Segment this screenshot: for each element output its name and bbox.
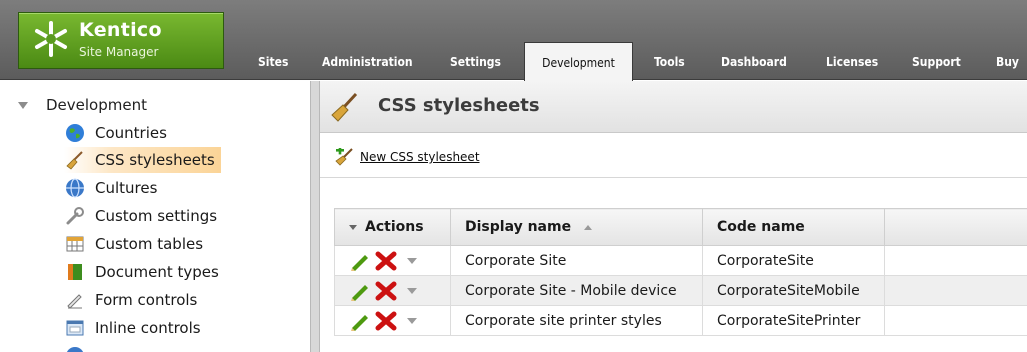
row-menu-dropdown-icon[interactable]: [407, 287, 417, 294]
tab-licenses[interactable]: Licenses: [820, 42, 884, 80]
column-header-code-name[interactable]: Code name: [702, 208, 885, 246]
edit-icon[interactable]: [349, 251, 371, 271]
tree-root-label: Development: [46, 96, 147, 114]
cell-filler: [884, 305, 1027, 336]
tree-root-development[interactable]: Development: [18, 96, 147, 114]
book-icon: [64, 261, 86, 283]
sidebar-item-countries[interactable]: Countries: [64, 120, 173, 146]
page-title: CSS stylesheets: [378, 95, 540, 116]
sidebar-item-label: Cultures: [95, 179, 158, 197]
new-css-stylesheet-link[interactable]: New CSS stylesheet: [334, 148, 480, 166]
main-tabs: Sites Administration Settings Developmen…: [0, 42, 1027, 81]
globe-icon: [64, 345, 86, 352]
sidebar-item-label: Countries: [95, 124, 167, 142]
edit-icon[interactable]: [349, 281, 371, 301]
action-bar: New CSS stylesheet: [320, 134, 1027, 178]
sidebar-item-label: Document types: [95, 263, 219, 281]
tab-development[interactable]: Development: [524, 42, 633, 81]
sidebar-item-document-types[interactable]: Document types: [64, 259, 225, 285]
window-icon: [64, 317, 86, 339]
broom-icon: [331, 92, 358, 122]
sidebar-item-label: Form controls: [95, 291, 198, 309]
new-css-stylesheet-label: New CSS stylesheet: [360, 150, 480, 164]
column-header-label: Actions: [365, 219, 424, 235]
column-header-filler: [884, 208, 1027, 246]
column-header-display-name[interactable]: Display name: [450, 208, 703, 246]
sidebar-item-label: Custom settings: [95, 207, 218, 225]
tab-settings[interactable]: Settings: [444, 42, 507, 80]
culture-globe-icon: [64, 177, 86, 199]
chevron-down-icon: [349, 224, 357, 230]
delete-icon[interactable]: [375, 311, 397, 331]
sidebar-item-css-stylesheets[interactable]: CSS stylesheets: [64, 147, 221, 173]
delete-icon[interactable]: [375, 281, 397, 301]
cell-code-name: CorporateSiteMobile: [702, 275, 885, 306]
cell-display-name: Corporate Site: [450, 245, 703, 276]
sort-ascending-icon: [583, 224, 592, 230]
cell-filler: [884, 275, 1027, 306]
tab-buy[interactable]: Buy: [990, 42, 1025, 80]
row-actions: [334, 275, 451, 306]
globe-icon: [64, 122, 86, 144]
sidebar-item-label: Inline controls: [95, 319, 201, 337]
cell-code-name: CorporateSite: [702, 245, 885, 276]
edit-icon[interactable]: [349, 311, 371, 331]
cell-filler: [884, 245, 1027, 276]
splitter[interactable]: [310, 81, 320, 352]
table-icon: [64, 233, 86, 255]
broom-icon: [64, 149, 86, 171]
stylesheets-grid: Actions Display name Code name Corporate…: [334, 208, 1027, 336]
sidebar-item-custom-settings[interactable]: Custom settings: [64, 203, 223, 229]
cell-code-name: CorporateSitePrinter: [702, 305, 885, 336]
row-actions: [334, 305, 451, 336]
cell-display-name: Corporate site printer styles: [450, 305, 703, 336]
sidebar-item-inline-controls[interactable]: Inline controls: [64, 315, 207, 341]
sidebar-item-custom-tables[interactable]: Custom tables: [64, 231, 209, 257]
tab-sites[interactable]: Sites: [252, 42, 294, 80]
wrench-icon: [64, 205, 86, 227]
tab-tools[interactable]: Tools: [648, 42, 691, 80]
sidebar-item-form-controls[interactable]: Form controls: [64, 287, 203, 313]
sidebar-item-label: Custom tables: [95, 235, 204, 253]
table-row: Corporate Site CorporateSite: [334, 245, 1027, 276]
page-header: CSS stylesheets: [320, 81, 1027, 133]
column-header-label: Code name: [717, 219, 805, 235]
delete-icon[interactable]: [375, 251, 397, 271]
table-row: Corporate Site - Mobile device Corporate…: [334, 275, 1027, 306]
row-menu-dropdown-icon[interactable]: [407, 257, 417, 264]
sidebar-item-label: CSS stylesheets: [95, 151, 215, 169]
column-header-label: Display name: [465, 219, 572, 235]
tab-support[interactable]: Support: [906, 42, 967, 80]
sidebar-item-partial[interactable]: [64, 343, 101, 352]
column-header-actions[interactable]: Actions: [334, 208, 451, 246]
brand-name: Kentico: [79, 19, 162, 41]
collapse-triangle-icon[interactable]: [18, 101, 28, 109]
tab-dashboard[interactable]: Dashboard: [715, 42, 793, 80]
row-menu-dropdown-icon[interactable]: [407, 317, 417, 324]
sidebar-tree: Development Countries CSS stylesheets Cu…: [0, 81, 310, 352]
row-actions: [334, 245, 451, 276]
grid-header-row: Actions Display name Code name: [334, 208, 1027, 246]
cell-display-name: Corporate Site - Mobile device: [450, 275, 703, 306]
top-bar: Kentico Site Manager Sites Administratio…: [0, 0, 1027, 81]
new-broom-icon: [335, 148, 353, 166]
table-row: Corporate site printer styles CorporateS…: [334, 305, 1027, 336]
pen-icon: [64, 289, 86, 311]
sidebar-item-cultures[interactable]: Cultures: [64, 175, 163, 201]
tab-administration[interactable]: Administration: [316, 42, 419, 80]
